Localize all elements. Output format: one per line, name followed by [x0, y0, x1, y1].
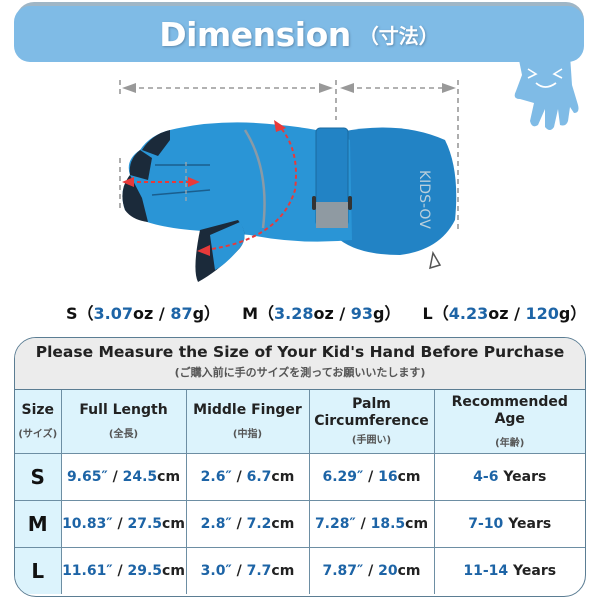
table-row: M 10.83″ / 27.5cm 2.8″ / 7.2cm 7.28″ / 1…	[15, 499, 585, 548]
size-chart-title: Please Measure the Size of Your Kid's Ha…	[35, 343, 565, 361]
size-chart-header: Please Measure the Size of Your Kid's Ha…	[15, 338, 585, 390]
full-length-cell: 11.61″ / 29.5cm	[60, 546, 187, 594]
page-title: Dimension	[159, 14, 351, 54]
full-length-cell: 9.65″ / 24.5cm	[60, 452, 187, 501]
size-cell: M	[15, 499, 62, 548]
size-cell: L	[15, 546, 62, 594]
palm-cell: 7.87″ / 20cm	[308, 546, 435, 594]
size-cell: S	[15, 452, 62, 501]
weight-s: S（3.07oz / 87g）	[66, 304, 221, 323]
weight-l: L（4.23oz / 120g）	[422, 304, 587, 323]
palm-cell: 7.28″ / 18.5cm	[308, 499, 435, 548]
glove-diagram: KIDS-OV	[119, 80, 459, 282]
page-title-japanese: （寸法）	[358, 23, 439, 48]
column-header-size: Size (サイズ)	[15, 390, 62, 454]
column-header-full-length: Full Length (全長)	[60, 390, 187, 454]
column-header-middle-finger: Middle Finger (中指)	[185, 390, 310, 454]
table-row: L 11.61″ / 29.5cm 3.0″ / 7.7cm 7.87″ / 2…	[15, 546, 585, 594]
age-cell: 4-6 Years	[433, 452, 585, 501]
middle-finger-cell: 2.6″ / 6.7cm	[185, 452, 310, 501]
weight-m: M（3.28oz / 93g）	[242, 304, 401, 323]
glove-brand-text: KIDS-OV	[416, 170, 432, 229]
full-length-cell: 10.83″ / 27.5cm	[60, 499, 187, 548]
table-row: S 9.65″ / 24.5cm 2.6″ / 6.7cm 6.29″ / 16…	[15, 452, 585, 501]
weight-row: Weight S（3.07oz / 87g） M（3.28oz / 93g） L…	[50, 298, 590, 326]
column-header-recommended-age: Recommended Age (年齢)	[433, 390, 585, 454]
title-banner: Dimension （寸法）	[14, 6, 584, 62]
size-chart: Please Measure the Size of Your Kid's Ha…	[14, 337, 586, 597]
column-header-palm-circumference: Palm Circumference (手囲い)	[308, 390, 435, 454]
middle-finger-cell: 2.8″ / 7.2cm	[185, 499, 310, 548]
palm-cell: 6.29″ / 16cm	[308, 452, 435, 501]
age-cell: 11-14 Years	[433, 546, 585, 594]
smiling-hand-icon	[514, 55, 579, 130]
size-table: Size (サイズ) Full Length (全長) Middle Finger(…	[15, 390, 585, 594]
size-chart-subtitle: (ご購入前に手のサイズを測ってお願いいたします)	[174, 366, 426, 379]
age-cell: 7-10 Years	[433, 499, 585, 548]
middle-finger-cell: 3.0″ / 7.7cm	[185, 546, 310, 594]
